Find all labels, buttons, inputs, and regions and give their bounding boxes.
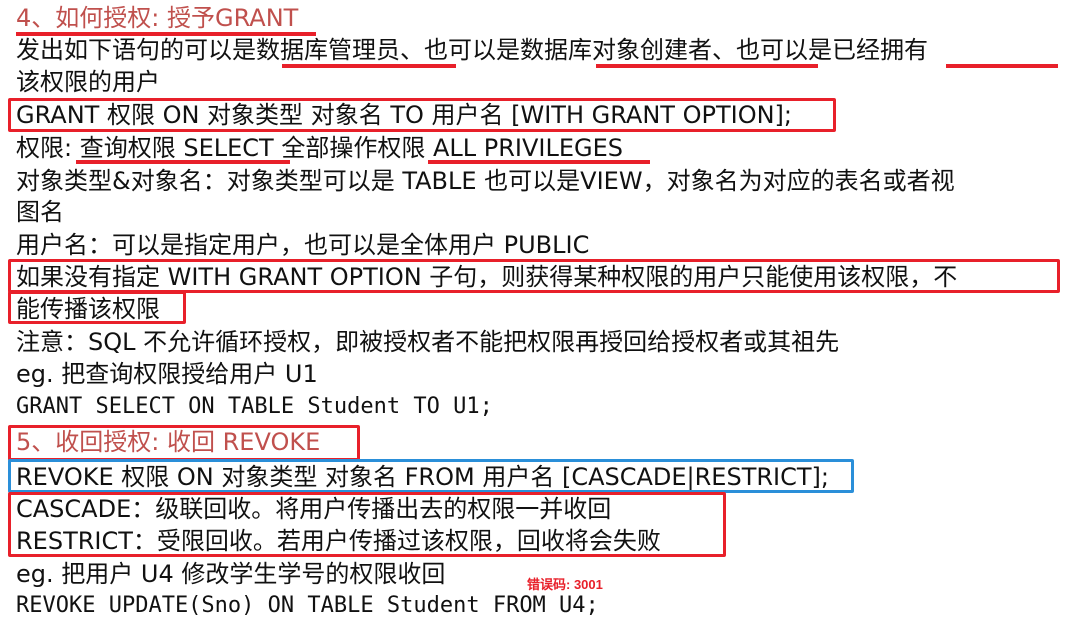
grant-example-label: eg. 把查询权限授给用户 U1 bbox=[16, 360, 318, 388]
grant-option-line2: 能传播该权限 bbox=[16, 295, 160, 323]
user-line: 用户名：可以是指定用户，也可以是全体用户 PUBLIC bbox=[16, 231, 590, 259]
note-line: 注意：SQL 不允许循环授权，即被授权者不能把权限再授回给授权者或其祖先 bbox=[16, 328, 840, 356]
grant-option-line1: 如果没有指定 WITH GRANT OPTION 子句，则获得某种权限的用户只能… bbox=[16, 263, 958, 291]
grant-syntax: GRANT 权限 ON 对象类型 对象名 TO 用户名 [WITH GRANT … bbox=[16, 101, 792, 129]
section4-intro-line1: 发出如下语句的可以是数据库管理员、也可以是数据库对象创建者、也可以是已经拥有 bbox=[16, 36, 928, 64]
section4-heading: 4、如何授权: 授予GRANT bbox=[16, 4, 299, 32]
revoke-syntax: REVOKE 权限 ON 对象类型 对象名 FROM 用户名 [CASCADE|… bbox=[16, 463, 829, 491]
privileges-line: 权限: 查询权限 SELECT 全部操作权限 ALL PRIVILEGES bbox=[16, 134, 623, 162]
object-type-line2: 图名 bbox=[16, 198, 64, 226]
section5-heading: 5、收回授权: 收回 REVOKE bbox=[16, 428, 321, 456]
owner-underline bbox=[946, 64, 1058, 68]
section4-intro-line2: 该权限的用户 bbox=[16, 68, 160, 96]
revoke-example-label: eg. 把用户 U4 修改学生学号的权限收回 bbox=[16, 560, 446, 588]
error-code-label: 错误码: 3001 bbox=[527, 577, 603, 592]
cascade-line: CASCADE：级联回收。将用户传播出去的权限一并收回 bbox=[16, 495, 612, 523]
revoke-example-code: REVOKE UPDATE(Sno) ON TABLE Student FROM… bbox=[16, 593, 599, 618]
object-type-line1: 对象类型&对象名：对象类型可以是 TABLE 也可以是VIEW，对象名为对应的表… bbox=[16, 167, 955, 195]
grant-example-code: GRANT SELECT ON TABLE Student TO U1; bbox=[16, 394, 493, 419]
restrict-line: RESTRICT：受限回收。若用户传播过该权限，回收将会失败 bbox=[16, 527, 661, 555]
